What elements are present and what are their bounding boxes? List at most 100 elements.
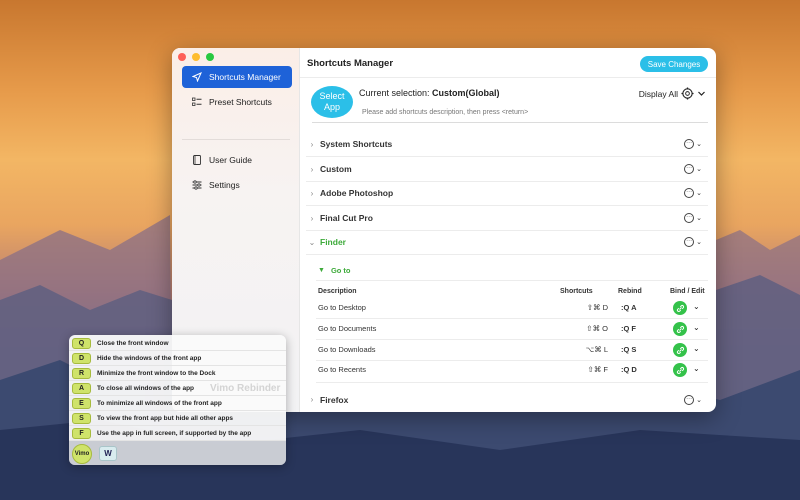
hint-row[interactable]: R Minimize the front window to the Dock [69, 366, 286, 381]
page-title: Shortcuts Manager [307, 58, 394, 69]
hint-key: Q [72, 337, 91, 349]
sidebar-item-label: Preset Shortcuts [209, 97, 272, 107]
chevron-down-icon: ⌄ [696, 166, 702, 173]
row-description: Go to Recents [318, 365, 366, 374]
column-header-description: Description [318, 288, 357, 295]
column-header-bind-edit: Bind / Edit [670, 288, 705, 295]
hint-row[interactable]: D Hide the windows of the front app [69, 351, 286, 366]
table-row: Go to Desktop ⇧⌘ D :Q A ⌄ [316, 298, 708, 318]
ellipsis-circle-icon: ··· [684, 164, 695, 174]
ellipsis-circle-icon: ··· [684, 188, 695, 198]
send-icon [192, 72, 202, 82]
category-row-finder[interactable]: ⌄ Finder ··· ⌄ [306, 230, 708, 255]
chevron-down-icon: ⌄ [696, 239, 702, 246]
hint-row[interactable]: S To view the front app but hide all oth… [69, 411, 286, 426]
table-row: Go to Downloads ⌥⌘ L :Q S ⌄ [316, 340, 708, 360]
row-description: Go to Documents [318, 324, 377, 333]
display-all-label: Display All [638, 88, 678, 99]
chevron-down-icon [698, 91, 705, 96]
row-rebind: :Q D [621, 365, 637, 374]
bind-link-button[interactable] [673, 343, 687, 357]
hint-row[interactable]: E To minimize all windows of the front a… [69, 396, 286, 411]
window-controls [178, 53, 214, 61]
bind-link-button[interactable] [673, 301, 687, 315]
sidebar-item-shortcuts-manager[interactable]: Shortcuts Manager [182, 66, 292, 88]
watermark: Vimo Rebinder [210, 383, 281, 394]
minimize-window-button[interactable] [192, 53, 200, 61]
row-rebind: :Q S [621, 345, 637, 354]
save-changes-button[interactable]: Save Changes [640, 56, 708, 72]
chevron-right-icon: › [310, 139, 314, 149]
category-label: Custom [320, 164, 352, 174]
hint-key: F [72, 427, 91, 439]
hint-text: Close the front window [97, 339, 169, 347]
hint-text: Minimize the front window to the Dock [97, 369, 216, 377]
row-shortcut: ⇧⌘ D [586, 303, 608, 312]
chevron-right-icon: › [310, 395, 314, 404]
category-more-menu[interactable]: ··· ⌄ [684, 164, 702, 174]
chevron-down-icon: ⌄ [696, 141, 702, 148]
bind-link-button[interactable] [673, 322, 687, 336]
row-shortcut: ⌥⌘ L [585, 345, 608, 354]
hint-row[interactable]: Q Close the front window [69, 336, 286, 351]
zoom-window-button[interactable] [206, 53, 214, 61]
category-more-menu[interactable]: ··· ⌄ [684, 394, 702, 405]
ellipsis-circle-icon: ··· [684, 237, 695, 247]
category-row-firefox[interactable]: › Firefox ··· ⌄ [306, 387, 708, 412]
book-icon [192, 155, 202, 165]
select-app-button[interactable]: Select App [311, 86, 353, 118]
hint-key: A [72, 382, 91, 394]
current-key: W [99, 446, 117, 461]
bind-link-button[interactable] [673, 363, 687, 377]
table-row: Go to Recents ⇧⌘ F :Q D ⌄ [316, 360, 708, 380]
hint-text: To minimize all windows of the front app [97, 399, 222, 407]
close-window-button[interactable] [178, 53, 186, 61]
chevron-down-icon: ⌄ [696, 396, 702, 404]
edit-dropdown-button[interactable]: ⌄ [693, 344, 700, 353]
category-label: Finder [320, 237, 346, 247]
hint-row[interactable]: F Use the app in full screen, if support… [69, 426, 286, 441]
hint-key: D [72, 352, 91, 364]
display-all-dropdown[interactable]: Display All [639, 87, 706, 100]
select-app-label-1: Select [319, 91, 345, 101]
row-description: Go to Downloads [318, 345, 376, 354]
group-go-to[interactable]: ▼ Go to [318, 266, 351, 275]
row-shortcut: ⇧⌘ F [587, 365, 608, 374]
sidebar-item-user-guide[interactable]: User Guide [182, 149, 292, 171]
edit-dropdown-button[interactable]: ⌄ [693, 364, 700, 373]
category-row-adobe-photoshop[interactable]: › Adobe Photoshop ··· ⌄ [306, 181, 708, 206]
shortcut-description-input[interactable]: Please add shortcuts description, then p… [362, 109, 528, 116]
category-more-menu[interactable]: ··· ⌄ [684, 139, 702, 149]
row-shortcut: ⇧⌘ O [586, 324, 608, 333]
sidebar-item-label: Settings [209, 180, 240, 190]
ellipsis-circle-icon: ··· [684, 139, 695, 149]
category-more-menu[interactable]: ··· ⌄ [684, 213, 702, 223]
category-row-custom[interactable]: › Custom ··· ⌄ [306, 157, 708, 182]
column-header-shortcuts: Shortcuts [560, 288, 593, 295]
vimo-hint-panel: Q Close the front window D Hide the wind… [69, 335, 286, 465]
category-label: Adobe Photoshop [320, 188, 394, 198]
hint-key: R [72, 367, 91, 379]
category-row-system-shortcuts[interactable]: › System Shortcuts ··· ⌄ [306, 132, 708, 157]
link-icon [676, 346, 684, 354]
edit-dropdown-button[interactable]: ⌄ [693, 302, 700, 311]
chevron-down-icon: ⌄ [696, 215, 702, 222]
edit-dropdown-button[interactable]: ⌄ [693, 323, 700, 332]
sidebar-item-preset-shortcuts[interactable]: Preset Shortcuts [182, 91, 292, 113]
sliders-icon [192, 180, 202, 190]
category-row-final-cut-pro[interactable]: › Final Cut Pro ··· ⌄ [306, 206, 708, 231]
category-more-menu[interactable]: ··· ⌄ [684, 188, 702, 198]
category-more-menu[interactable]: ··· ⌄ [684, 237, 702, 247]
table-row: Go to Documents ⇧⌘ O :Q F ⌄ [316, 319, 708, 339]
group-label: Go to [330, 266, 351, 275]
category-label: System Shortcuts [320, 139, 393, 149]
chevron-down-icon: ⌄ [308, 237, 316, 247]
ellipsis-circle-icon: ··· [684, 213, 695, 223]
hint-text: Use the app in full screen, if supported… [97, 429, 252, 437]
hint-key: E [72, 397, 91, 409]
hint-key: S [72, 412, 91, 424]
current-selection-prefix: Current selection: [359, 88, 433, 98]
main-panel: Shortcuts Manager Save Changes Select Ap… [300, 48, 716, 412]
vimo-badge[interactable]: Vimo [72, 444, 92, 464]
sidebar-item-settings[interactable]: Settings [182, 174, 292, 196]
